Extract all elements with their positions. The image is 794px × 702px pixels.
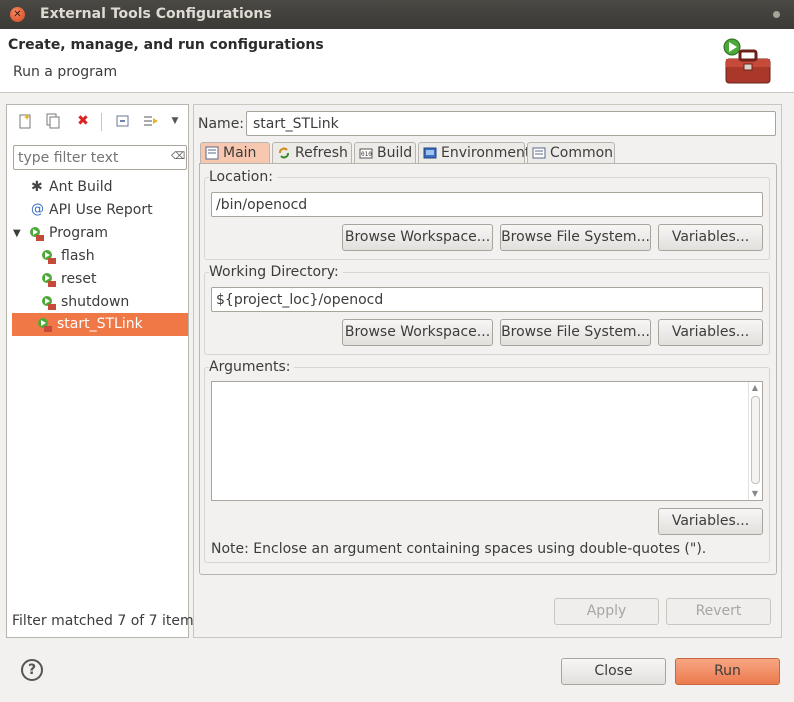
close-button[interactable]: Close [561, 658, 666, 685]
dialog-subtitle: Run a program [13, 64, 118, 80]
refresh-icon [279, 147, 289, 159]
tree-item-label: reset [61, 271, 97, 287]
window-menu-icon[interactable] [773, 11, 780, 18]
ant-icon: ✱ [31, 179, 43, 195]
program-config-icon [42, 273, 56, 287]
location-label: Location: [209, 169, 277, 185]
location-variables-button[interactable]: Variables... [658, 224, 763, 251]
window-title: External Tools Configurations [40, 6, 272, 22]
tab-main[interactable]: Main [200, 142, 270, 164]
location-browse-file-system-button[interactable]: Browse File System... [500, 224, 651, 251]
scroll-down-icon[interactable]: ▼ [750, 489, 760, 498]
toolbox-run-icon [723, 38, 771, 84]
filter-input[interactable] [13, 145, 187, 170]
filter-icon[interactable] [141, 111, 161, 131]
tree-item-label: API Use Report [49, 202, 153, 218]
working-directory-browse-file-system-button[interactable]: Browse File System... [500, 319, 651, 346]
build-icon: 010 [359, 148, 373, 159]
tree-item-shutdown[interactable]: shutdown [11, 291, 187, 314]
working-directory-label: Working Directory: [209, 264, 343, 280]
name-field[interactable] [246, 111, 776, 136]
help-icon[interactable]: ? [21, 659, 43, 681]
dialog-header: Create, manage, and run configurations R… [0, 29, 794, 93]
tab-environment[interactable]: Environment [418, 142, 530, 164]
environment-icon [423, 147, 437, 159]
working-directory-browse-workspace-button[interactable]: Browse Workspace... [342, 319, 493, 346]
revert-button[interactable]: Revert [666, 598, 771, 625]
tree-item-label: shutdown [61, 294, 130, 310]
collapse-all-icon[interactable] [113, 111, 133, 131]
tree-item-label: flash [61, 248, 95, 264]
main-tab-icon [205, 146, 219, 160]
expand-arrow-icon[interactable]: ▼ [13, 222, 21, 245]
arguments-label: Arguments: [209, 359, 295, 375]
program-config-icon [38, 318, 52, 332]
tree-item-label: Program [49, 225, 109, 241]
tree-item-reset[interactable]: reset [11, 268, 187, 291]
working-directory-field[interactable] [211, 287, 763, 312]
clear-filter-icon[interactable]: ⌫ [171, 151, 185, 163]
location-browse-workspace-button[interactable]: Browse Workspace... [342, 224, 493, 251]
tree-item-label: start_STLink [57, 316, 143, 332]
configuration-list-panel: ✖ ▼ ⌫ ✱ Ant Build @ API Use Report ▼ Pro… [6, 104, 201, 638]
apply-button[interactable]: Apply [554, 598, 659, 625]
scroll-up-icon[interactable]: ▲ [750, 383, 760, 392]
dialog-heading: Create, manage, and run configurations [8, 37, 324, 53]
tab-label: Refresh [295, 145, 348, 161]
arguments-variables-button[interactable]: Variables... [658, 508, 763, 535]
common-icon [532, 147, 546, 159]
program-config-icon [42, 296, 56, 310]
duplicate-icon[interactable] [43, 111, 63, 131]
name-label: Name: [198, 116, 245, 132]
tab-label: Main [223, 145, 257, 161]
tab-refresh[interactable]: Refresh [272, 142, 352, 164]
tab-label: Environment [441, 145, 531, 161]
working-directory-variables-button[interactable]: Variables... [658, 319, 763, 346]
tab-common[interactable]: Common [527, 142, 615, 164]
arguments-note: Note: Enclose an argument containing spa… [211, 541, 707, 557]
arguments-textarea[interactable] [211, 381, 763, 501]
tree-item-flash[interactable]: flash [11, 245, 187, 268]
tree-item-label: Ant Build [49, 179, 113, 195]
tree-item-start-stlink[interactable]: start_STLink [12, 313, 188, 336]
api-report-icon: @ [31, 202, 44, 217]
new-configuration-icon[interactable] [15, 111, 35, 131]
program-config-icon [42, 250, 56, 264]
location-field[interactable] [211, 192, 763, 217]
tree-item-program[interactable]: ▼ Program [11, 222, 187, 245]
delete-icon[interactable]: ✖ [73, 111, 93, 131]
scrollbar-thumb[interactable] [751, 396, 760, 484]
close-window-icon[interactable]: ✕ [10, 7, 25, 22]
tree-item-api-use-report[interactable]: @ API Use Report [11, 199, 187, 222]
tab-build[interactable]: 010 Build [354, 142, 416, 164]
filter-status: Filter matched 7 of 7 items [12, 613, 201, 629]
view-menu-icon[interactable]: ▼ [165, 111, 185, 131]
program-icon [30, 227, 44, 241]
tab-label: Common [550, 145, 614, 161]
title-bar: ✕ External Tools Configurations [0, 0, 794, 29]
tab-label: Build [377, 145, 413, 161]
run-button[interactable]: Run [675, 658, 780, 685]
svg-text:010: 010 [361, 151, 372, 158]
toolbar-separator [101, 113, 102, 131]
tree-item-ant-build[interactable]: ✱ Ant Build [11, 176, 187, 199]
